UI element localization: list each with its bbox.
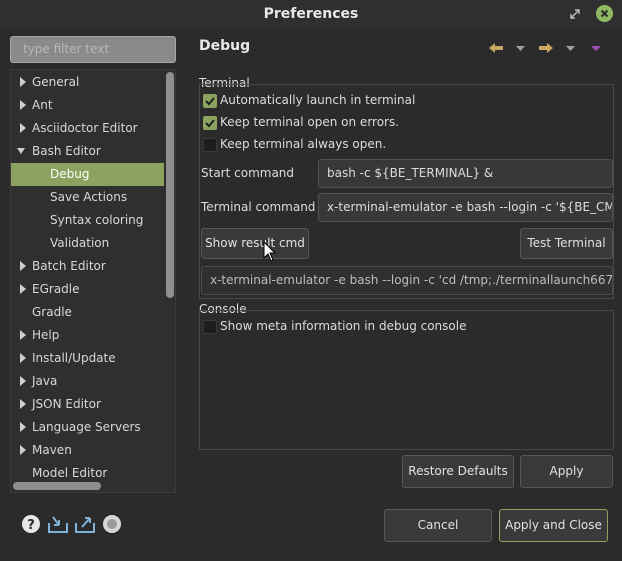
tree-item[interactable]: EGradle bbox=[11, 278, 164, 301]
chevron-right-icon[interactable] bbox=[19, 100, 27, 110]
tree-item-label: Ant bbox=[32, 98, 53, 112]
apply-button[interactable]: Apply bbox=[520, 455, 613, 488]
chevron-right-icon[interactable] bbox=[19, 123, 27, 133]
start-command-input[interactable]: bash -c ${BE_TERMINAL} & bbox=[318, 159, 613, 188]
forward-dropdown-icon[interactable] bbox=[565, 40, 576, 56]
tree-item-label: Syntax coloring bbox=[50, 213, 144, 227]
tree-item-label: Maven bbox=[32, 443, 72, 457]
checkbox-box[interactable] bbox=[203, 116, 217, 130]
result-command-field: x-terminal-emulator -e bash --login -c '… bbox=[201, 266, 613, 295]
tree-item[interactable]: General bbox=[11, 71, 164, 94]
apply-and-close-button[interactable]: Apply and Close bbox=[499, 509, 608, 542]
show-result-cmd-button[interactable]: Show result cmd bbox=[201, 228, 309, 259]
tree-item[interactable]: Asciidoctor Editor bbox=[11, 117, 164, 140]
result-command-value: x-terminal-emulator -e bash --login -c '… bbox=[210, 273, 613, 287]
tree-item-label: Java bbox=[32, 374, 58, 388]
chevron-right-icon[interactable] bbox=[19, 445, 27, 455]
chevron-right-icon[interactable] bbox=[19, 422, 27, 432]
preferences-tree[interactable]: General Ant Asciidoctor Editor Bash Editor D… bbox=[10, 69, 176, 493]
tree-item[interactable]: Save Actions bbox=[11, 186, 164, 209]
checkmark-icon bbox=[205, 97, 215, 106]
tree-item[interactable]: Validation bbox=[11, 232, 164, 255]
chevron-right-icon[interactable] bbox=[19, 77, 27, 87]
checkbox-box[interactable] bbox=[203, 94, 217, 108]
mouse-cursor-icon bbox=[263, 241, 277, 262]
tree-item-label: Save Actions bbox=[50, 190, 128, 204]
forward-arrow-icon[interactable] bbox=[538, 40, 554, 56]
tree-item-label: Validation bbox=[50, 236, 110, 250]
chevron-right-icon[interactable] bbox=[19, 330, 27, 340]
chevron-down-icon[interactable] bbox=[17, 146, 25, 156]
tree-item[interactable]: Maven bbox=[11, 439, 164, 462]
chevron-right-icon[interactable] bbox=[19, 284, 27, 294]
tree-item[interactable]: Debug bbox=[11, 163, 164, 186]
checkmark-icon bbox=[205, 119, 215, 128]
checkbox-label: Automatically launch in terminal bbox=[220, 93, 416, 107]
tree-item-label: Model Editor bbox=[32, 466, 108, 480]
restore-defaults-button[interactable]: Restore Defaults bbox=[402, 455, 514, 488]
start-command-label: Start command bbox=[201, 166, 295, 180]
checkbox-box[interactable] bbox=[203, 320, 217, 334]
tree-item-label: Asciidoctor Editor bbox=[32, 121, 138, 135]
window-title: Preferences bbox=[263, 6, 359, 22]
tree-item-label: Install/Update bbox=[32, 351, 116, 365]
view-menu-icon[interactable] bbox=[590, 40, 602, 56]
chevron-right-icon[interactable] bbox=[19, 399, 27, 409]
tree-item[interactable]: Syntax coloring bbox=[11, 209, 164, 232]
export-icon[interactable] bbox=[74, 514, 96, 534]
test-terminal-button[interactable]: Test Terminal bbox=[520, 228, 613, 259]
tree-item-label: EGradle bbox=[32, 282, 80, 296]
chevron-right-icon[interactable] bbox=[19, 353, 27, 363]
chevron-right-icon[interactable] bbox=[19, 376, 27, 386]
tree-horizontal-scrollbar[interactable] bbox=[13, 482, 101, 490]
tree-item-label: General bbox=[32, 75, 80, 89]
back-arrow-icon[interactable] bbox=[488, 40, 504, 56]
tree-item[interactable]: Gradle bbox=[11, 301, 164, 324]
import-icon[interactable] bbox=[47, 514, 69, 534]
record-icon[interactable] bbox=[102, 514, 122, 534]
tree-item[interactable]: Help bbox=[11, 324, 164, 347]
tree-item[interactable]: Install/Update bbox=[11, 347, 164, 370]
chevron-right-icon[interactable] bbox=[19, 261, 27, 271]
page-title: Debug bbox=[199, 38, 251, 54]
tree-item[interactable]: Bash Editor bbox=[11, 140, 164, 163]
terminal-command-input[interactable]: x-terminal-emulator -e bash --login -c '… bbox=[318, 193, 613, 222]
terminal-command-label: Terminal command bbox=[201, 200, 316, 214]
restore-icon[interactable] bbox=[567, 6, 583, 22]
start-command-value: bash -c ${BE_TERMINAL} & bbox=[327, 166, 494, 180]
svg-text:?: ? bbox=[27, 518, 35, 533]
tree-item[interactable]: JSON Editor bbox=[11, 393, 164, 416]
checkbox-label: Keep terminal open on errors. bbox=[220, 115, 400, 129]
help-icon[interactable]: ? bbox=[21, 514, 41, 534]
tree-vertical-scrollbar[interactable] bbox=[166, 72, 174, 298]
checkbox-label: Keep terminal always open. bbox=[220, 137, 387, 151]
tree-item[interactable]: Batch Editor bbox=[11, 255, 164, 278]
tree-item[interactable]: Java bbox=[11, 370, 164, 393]
title-bar: Preferences bbox=[0, 0, 622, 30]
filter-placeholder: type filter text bbox=[23, 42, 110, 56]
filter-input[interactable]: type filter text bbox=[10, 36, 176, 63]
tree-item-label: Bash Editor bbox=[32, 144, 101, 158]
close-icon[interactable] bbox=[596, 5, 613, 22]
tree-item-label: JSON Editor bbox=[32, 397, 101, 411]
checkbox-label: Show meta information in debug console bbox=[220, 319, 467, 333]
tree-item-label: Language Servers bbox=[32, 420, 141, 434]
terminal-command-value: x-terminal-emulator -e bash --login -c '… bbox=[327, 200, 613, 214]
back-dropdown-icon[interactable] bbox=[515, 40, 526, 56]
tree-item-label: Batch Editor bbox=[32, 259, 106, 273]
tree-item-label: Gradle bbox=[32, 305, 72, 319]
tree-item-label: Help bbox=[32, 328, 60, 342]
cancel-button[interactable]: Cancel bbox=[384, 509, 492, 542]
tree-item[interactable]: Language Servers bbox=[11, 416, 164, 439]
tree-item-label: Debug bbox=[50, 167, 90, 181]
checkbox-box[interactable] bbox=[203, 138, 217, 152]
tree-item[interactable]: Ant bbox=[11, 94, 164, 117]
